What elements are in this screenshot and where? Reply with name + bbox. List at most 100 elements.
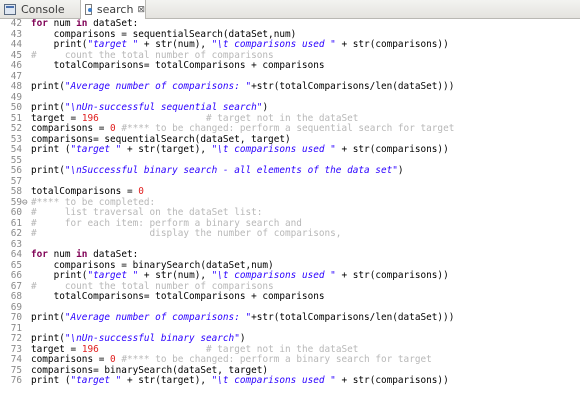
tab-console-label: Console (21, 2, 65, 16)
comment-token: # display the number of comparisons, (31, 228, 342, 239)
code-line[interactable]: 54 print ("target " + str(target), "\t co… (0, 144, 580, 156)
string-token: "Average number of comparisons: " (64, 81, 252, 92)
code-line[interactable]: 48 print("Average number of comparisons: … (0, 81, 580, 93)
code-text: totalComparisons= totalComparisons + com… (31, 291, 325, 303)
comment-token: # count the total number of comparisons (31, 49, 274, 61)
fold-toggle-icon[interactable]: ⊖ (22, 197, 30, 209)
tab-search[interactable]: search ⊠ (80, 0, 146, 19)
number-token: 0 (138, 186, 144, 197)
code-token: num (53, 19, 77, 29)
code-text: print("Average number of comparisons: "+… (31, 81, 455, 93)
keyword-token: in (76, 249, 94, 260)
code-line[interactable]: 56 print("\nSuccessful binary search - al… (0, 165, 580, 177)
code-line[interactable]: 70 print("Average number of comparisons: … (0, 312, 580, 324)
code-token: print( (31, 333, 65, 344)
code-line[interactable]: 46 totalComparisons= totalComparisons + … (0, 60, 580, 72)
tab-console[interactable]: Console (0, 0, 80, 18)
code-token: + str(comparisons)) (335, 270, 449, 281)
line-number: 44 (10, 39, 22, 50)
code-token: target = (31, 343, 82, 355)
comment-token: # list traversal on the dataSet list: (31, 207, 263, 218)
code-editor[interactable]: 42 for num in dataSet: 43 comparisons = se… (0, 19, 580, 404)
string-token: "\t comparisons used " (211, 144, 336, 155)
code-token: ) (262, 102, 269, 113)
comment-token: # target not in the dataSet (206, 112, 359, 124)
line-number: 64 (10, 249, 22, 260)
code-line[interactable]: 76 print ("target " + str(target), "\t co… (0, 375, 580, 387)
line-number: 48 (10, 81, 22, 92)
line-number: 68 (10, 291, 22, 302)
comment-token: #**** to be changed: perform a binary se… (121, 354, 432, 365)
string-token: "target " (87, 39, 139, 50)
line-number: 60 (10, 207, 22, 218)
editor-tab-bar: Console search ⊠ (0, 0, 580, 19)
code-token: totalComparisons= totalComparisons + com… (31, 291, 325, 302)
code-token: dataSet: (93, 249, 139, 260)
code-token: totalComparisons= totalComparisons + com… (31, 60, 325, 71)
code-token: print ( (31, 375, 71, 386)
code-token: print( (31, 165, 65, 176)
string-token: "\nSuccessful binary search - all elemen… (64, 165, 398, 176)
number-token: 196 (81, 343, 99, 355)
line-number: 66 (10, 270, 22, 281)
code-token: ) (239, 333, 246, 344)
code-line[interactable]: 68 totalComparisons= totalComparisons + … (0, 291, 580, 303)
string-token: "\t comparisons used " (211, 39, 336, 50)
code-token: totalComparisons = (31, 186, 139, 197)
code-token: comparisons = sequentialSearch(dataSet,n… (31, 28, 297, 40)
string-token: "\nUn-successful sequential search" (64, 102, 263, 113)
string-token: "\t comparisons used " (211, 375, 336, 386)
code-token: + str(num), (138, 270, 212, 281)
code-token: + str(num), (138, 39, 212, 50)
code-text: print("\nSuccessful binary search - all … (31, 165, 404, 177)
close-tab-icon[interactable]: ⊠ (137, 5, 145, 15)
code-token: comparisons= binarySearch(dataSet, targe… (31, 364, 269, 376)
code-token: target = (31, 112, 82, 124)
code-line[interactable]: 62 # display the number of comparisons, (0, 228, 580, 240)
python-file-icon (85, 4, 92, 15)
code-token: comparisons = (31, 354, 111, 365)
line-number: 62 (10, 228, 22, 239)
console-icon (4, 3, 16, 15)
code-token: num (53, 249, 77, 260)
line-number: 42 (10, 19, 22, 29)
code-token: print ( (31, 144, 71, 155)
number-token: 196 (81, 112, 99, 124)
line-number: 56 (10, 165, 22, 176)
code-token: + str(target), (121, 144, 212, 155)
code-token: + str(target), (121, 375, 212, 386)
code-token: + str(comparisons)) (335, 375, 449, 386)
code-text: totalComparisons= totalComparisons + com… (31, 60, 325, 72)
comment-token: # count the total number of comparisons (31, 280, 274, 292)
code-token: +str(totalComparisons/len(dataSet))) (251, 81, 455, 92)
code-token: print( (31, 270, 88, 281)
code-text: # display the number of comparisons, (31, 228, 342, 240)
string-token: "target " (70, 144, 122, 155)
code-token: dataSet: (93, 19, 139, 29)
line-number: 70 (10, 312, 22, 323)
code-token: +str(totalComparisons/len(dataSet))) (251, 312, 455, 323)
keyword-token: for (31, 249, 54, 260)
code-token: comparisons = (31, 123, 111, 134)
code-token: + str(comparisons)) (335, 144, 449, 155)
code-token: print( (31, 102, 65, 113)
code-token: comparisons= sequentialSearch(dataSet, t… (31, 133, 291, 145)
string-token: "\nUn-successful binary search" (64, 333, 240, 344)
code-token: + str(comparisons)) (335, 39, 449, 50)
keyword-token: for (31, 19, 54, 29)
line-number: 72 (10, 333, 22, 344)
code-token: print( (31, 39, 88, 50)
line-number: 58 (10, 186, 22, 197)
string-token: "target " (87, 270, 139, 281)
code-token: print( (31, 81, 65, 92)
code-token: ) (397, 165, 404, 176)
string-token: "Average number of comparisons: " (64, 312, 252, 323)
string-token: "target " (70, 375, 122, 386)
comment-token: # target not in the dataSet (206, 343, 359, 355)
comment-token: #**** to be changed: perform a sequentia… (121, 123, 455, 134)
tab-search-label: search (96, 3, 134, 16)
line-number: 76 (10, 375, 22, 386)
line-number: 50 (10, 102, 22, 113)
code-text: print("Average number of comparisons: "+… (31, 312, 455, 324)
